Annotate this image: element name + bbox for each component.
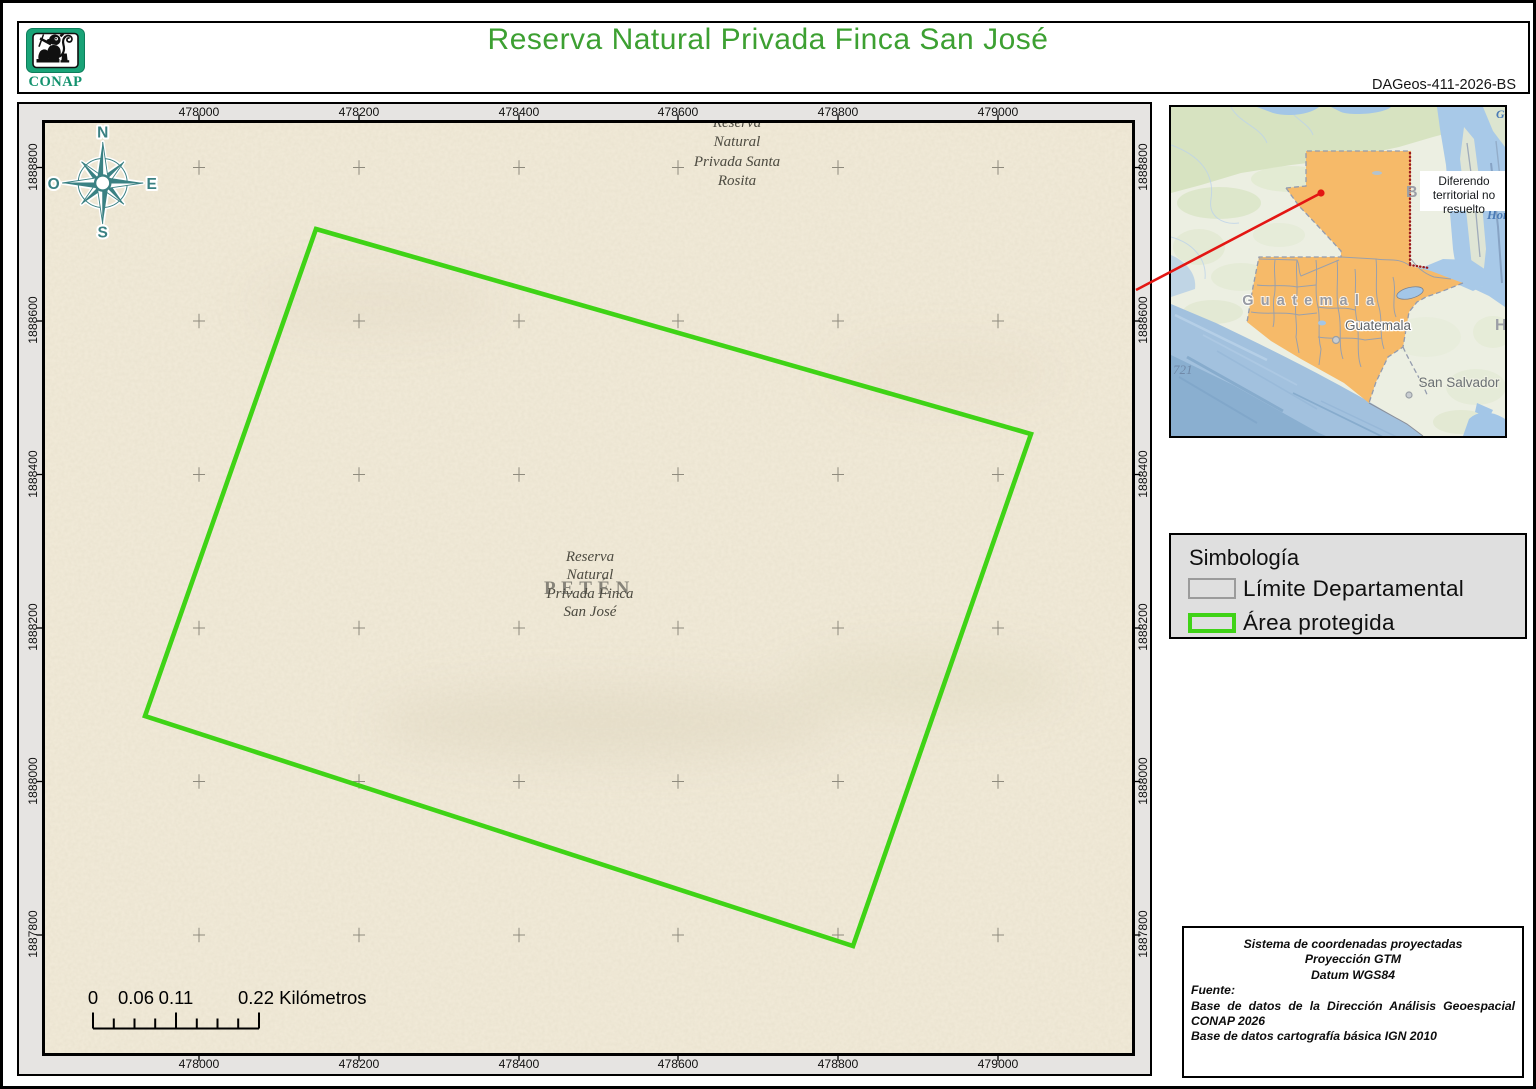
svg-text:N: N xyxy=(97,125,108,142)
svg-text:O: O xyxy=(48,176,60,193)
svg-text:E: E xyxy=(147,176,157,193)
svg-text:S: S xyxy=(98,225,108,242)
